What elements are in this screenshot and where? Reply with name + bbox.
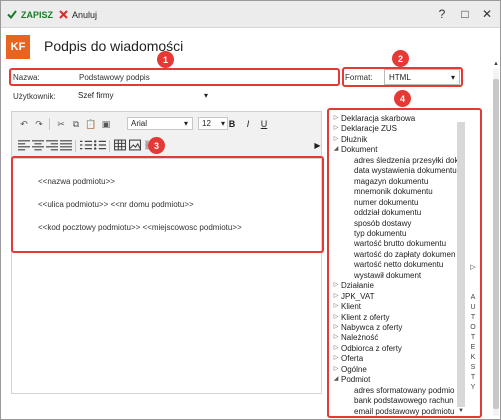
- image-icon[interactable]: [129, 139, 141, 151]
- callout-badge-2: 2: [392, 50, 409, 67]
- close-button[interactable]: ✕: [479, 6, 495, 22]
- user-label: Użytkownik:: [13, 92, 56, 101]
- callout-frame-editor: [11, 156, 324, 253]
- callout-badge-1: 1: [157, 51, 174, 68]
- main-scrollbar-thumb[interactable]: [493, 79, 499, 409]
- undo-icon[interactable]: ↶: [18, 118, 30, 130]
- cancel-label: Anuluj: [72, 9, 98, 20]
- editor-toolbar: ↶ ↷ ✂ ⧉ 📋 ▣ Arial ▾ 12 ▾ B I U ⛓: [11, 111, 322, 158]
- maximize-button[interactable]: □: [457, 6, 473, 22]
- user-value: Szef firmy: [78, 90, 114, 100]
- paste-icon[interactable]: 📋: [85, 118, 97, 130]
- align-center-icon[interactable]: [32, 139, 44, 151]
- header: KF Podpis do wiadomości: [1, 29, 500, 65]
- font-family-value: Arial: [131, 119, 148, 128]
- top-toolbar: ZAPISZ Anuluj ? □ ✕: [1, 1, 500, 28]
- save-label: ZAPISZ: [21, 9, 54, 20]
- callout-badge-3: 3: [148, 137, 165, 154]
- italic-button[interactable]: I: [242, 118, 254, 130]
- more-tools-button[interactable]: ▶: [312, 139, 323, 152]
- toolbar-divider: [75, 140, 76, 152]
- paste-special-icon[interactable]: ▣: [100, 118, 112, 130]
- underline-button[interactable]: U: [258, 118, 270, 130]
- font-size-select[interactable]: 12 ▾: [198, 117, 228, 130]
- bold-button[interactable]: B: [226, 118, 238, 130]
- align-justify-icon[interactable]: [60, 139, 72, 151]
- numbered-list-icon[interactable]: [80, 139, 92, 151]
- callout-frame-format: [342, 67, 463, 87]
- align-right-icon[interactable]: [46, 139, 58, 151]
- bullet-list-icon[interactable]: [94, 139, 106, 151]
- callout-badge-4: 4: [394, 90, 411, 107]
- font-size-value: 12: [202, 119, 211, 128]
- save-button[interactable]: ZAPISZ: [7, 6, 53, 23]
- chevron-down-icon: ▾: [220, 119, 225, 128]
- font-family-select[interactable]: Arial ▾: [127, 117, 193, 130]
- close-red-icon: [59, 10, 68, 19]
- help-button[interactable]: ?: [434, 6, 450, 22]
- user-select[interactable]: Szef firmy ▾: [76, 88, 210, 103]
- toolbar-divider: [109, 140, 110, 152]
- align-left-icon[interactable]: [18, 139, 30, 151]
- copy-icon[interactable]: ⧉: [70, 118, 82, 130]
- cut-icon[interactable]: ✂: [55, 118, 67, 130]
- dialog-window: ZAPISZ Anuluj ? □ ✕ KF Podpis do wiadomo…: [0, 0, 501, 420]
- table-icon[interactable]: [114, 139, 126, 151]
- maximize-icon: □: [461, 7, 469, 21]
- close-icon: ✕: [481, 7, 493, 21]
- chevron-down-icon: ▾: [183, 119, 188, 128]
- toolbar-divider: [49, 118, 50, 130]
- callout-frame-name: [9, 68, 340, 86]
- app-logo: KF: [6, 35, 30, 59]
- cancel-button[interactable]: Anuluj: [59, 6, 97, 23]
- redo-icon[interactable]: ↷: [33, 118, 45, 130]
- chevron-down-icon: ▾: [203, 91, 208, 100]
- scroll-up-icon[interactable]: ▲: [491, 61, 500, 69]
- callout-frame-tree: [327, 108, 482, 418]
- check-icon: [7, 10, 17, 19]
- help-icon: ?: [438, 7, 446, 21]
